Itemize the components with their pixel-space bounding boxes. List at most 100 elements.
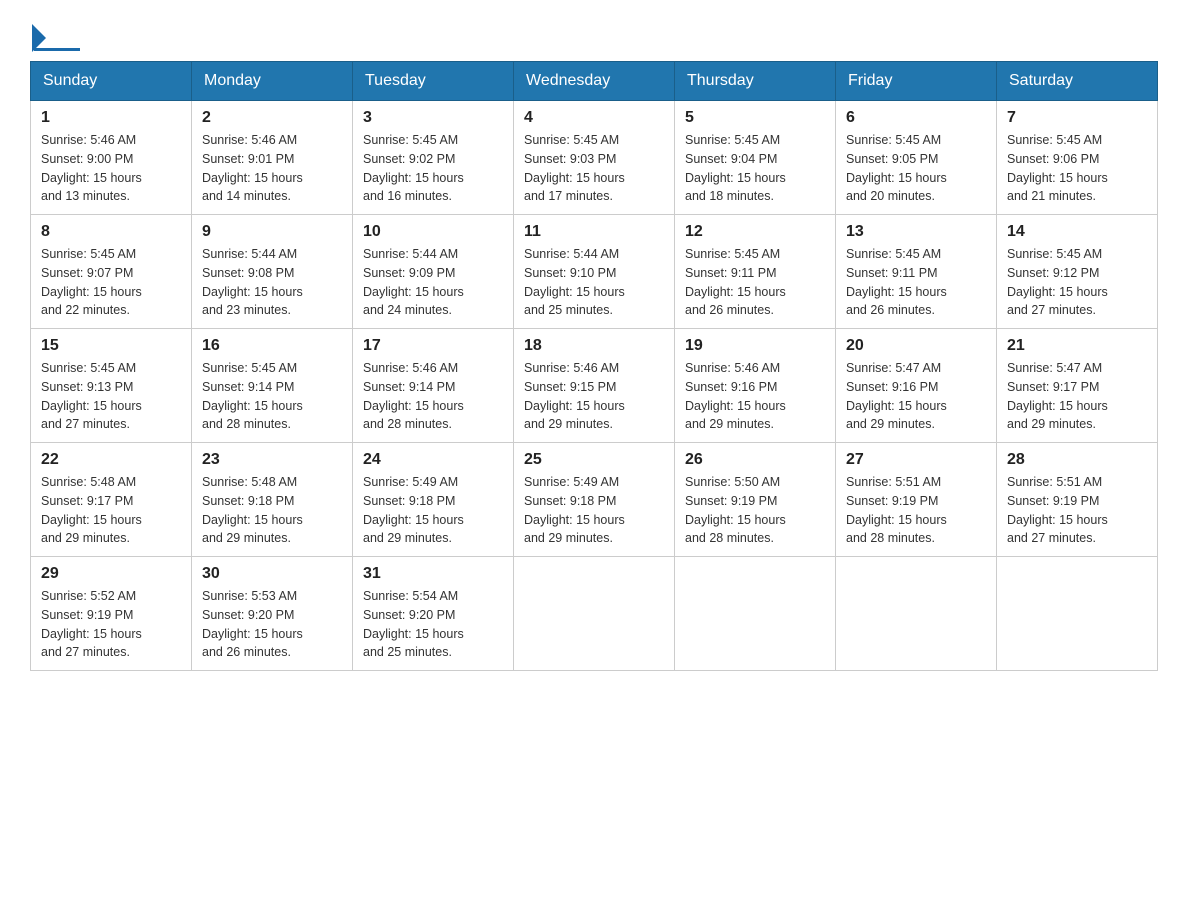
calendar-cell: 7 Sunrise: 5:45 AM Sunset: 9:06 PM Dayli… [997,101,1158,215]
day-number: 23 [202,451,342,469]
calendar-week-3: 15 Sunrise: 5:45 AM Sunset: 9:13 PM Dayl… [31,329,1158,443]
calendar-header: SundayMondayTuesdayWednesdayThursdayFrid… [31,62,1158,101]
day-number: 16 [202,337,342,355]
day-info: Sunrise: 5:45 AM Sunset: 9:11 PM Dayligh… [685,245,825,320]
calendar-cell: 12 Sunrise: 5:45 AM Sunset: 9:11 PM Dayl… [675,215,836,329]
day-number: 11 [524,223,664,241]
calendar-cell: 2 Sunrise: 5:46 AM Sunset: 9:01 PM Dayli… [192,101,353,215]
day-info: Sunrise: 5:45 AM Sunset: 9:12 PM Dayligh… [1007,245,1147,320]
day-info: Sunrise: 5:54 AM Sunset: 9:20 PM Dayligh… [363,587,503,662]
day-info: Sunrise: 5:53 AM Sunset: 9:20 PM Dayligh… [202,587,342,662]
logo [30,20,80,51]
calendar-cell: 1 Sunrise: 5:46 AM Sunset: 9:00 PM Dayli… [31,101,192,215]
day-info: Sunrise: 5:45 AM Sunset: 9:11 PM Dayligh… [846,245,986,320]
calendar-cell: 14 Sunrise: 5:45 AM Sunset: 9:12 PM Dayl… [997,215,1158,329]
day-number: 7 [1007,109,1147,127]
day-info: Sunrise: 5:45 AM Sunset: 9:14 PM Dayligh… [202,359,342,434]
day-number: 24 [363,451,503,469]
day-number: 28 [1007,451,1147,469]
day-info: Sunrise: 5:46 AM Sunset: 9:15 PM Dayligh… [524,359,664,434]
day-info: Sunrise: 5:46 AM Sunset: 9:14 PM Dayligh… [363,359,503,434]
calendar-cell: 5 Sunrise: 5:45 AM Sunset: 9:04 PM Dayli… [675,101,836,215]
day-info: Sunrise: 5:47 AM Sunset: 9:16 PM Dayligh… [846,359,986,434]
day-info: Sunrise: 5:51 AM Sunset: 9:19 PM Dayligh… [1007,473,1147,548]
day-info: Sunrise: 5:46 AM Sunset: 9:16 PM Dayligh… [685,359,825,434]
calendar-cell: 23 Sunrise: 5:48 AM Sunset: 9:18 PM Dayl… [192,443,353,557]
day-number: 17 [363,337,503,355]
logo-underline [34,48,80,51]
calendar-cell: 25 Sunrise: 5:49 AM Sunset: 9:18 PM Dayl… [514,443,675,557]
calendar-cell: 29 Sunrise: 5:52 AM Sunset: 9:19 PM Dayl… [31,557,192,671]
calendar-week-5: 29 Sunrise: 5:52 AM Sunset: 9:19 PM Dayl… [31,557,1158,671]
calendar-cell: 17 Sunrise: 5:46 AM Sunset: 9:14 PM Dayl… [353,329,514,443]
day-info: Sunrise: 5:44 AM Sunset: 9:09 PM Dayligh… [363,245,503,320]
day-info: Sunrise: 5:48 AM Sunset: 9:17 PM Dayligh… [41,473,181,548]
day-info: Sunrise: 5:51 AM Sunset: 9:19 PM Dayligh… [846,473,986,548]
calendar-body: 1 Sunrise: 5:46 AM Sunset: 9:00 PM Dayli… [31,101,1158,671]
calendar-cell: 19 Sunrise: 5:46 AM Sunset: 9:16 PM Dayl… [675,329,836,443]
calendar-cell: 22 Sunrise: 5:48 AM Sunset: 9:17 PM Dayl… [31,443,192,557]
calendar-week-1: 1 Sunrise: 5:46 AM Sunset: 9:00 PM Dayli… [31,101,1158,215]
day-header-monday: Monday [192,62,353,101]
day-info: Sunrise: 5:45 AM Sunset: 9:02 PM Dayligh… [363,131,503,206]
day-number: 9 [202,223,342,241]
day-header-row: SundayMondayTuesdayWednesdayThursdayFrid… [31,62,1158,101]
day-number: 20 [846,337,986,355]
calendar-cell: 20 Sunrise: 5:47 AM Sunset: 9:16 PM Dayl… [836,329,997,443]
calendar-cell: 30 Sunrise: 5:53 AM Sunset: 9:20 PM Dayl… [192,557,353,671]
day-info: Sunrise: 5:45 AM Sunset: 9:06 PM Dayligh… [1007,131,1147,206]
day-info: Sunrise: 5:52 AM Sunset: 9:19 PM Dayligh… [41,587,181,662]
day-number: 8 [41,223,181,241]
calendar-cell: 11 Sunrise: 5:44 AM Sunset: 9:10 PM Dayl… [514,215,675,329]
day-info: Sunrise: 5:44 AM Sunset: 9:08 PM Dayligh… [202,245,342,320]
day-info: Sunrise: 5:45 AM Sunset: 9:07 PM Dayligh… [41,245,181,320]
day-info: Sunrise: 5:47 AM Sunset: 9:17 PM Dayligh… [1007,359,1147,434]
day-info: Sunrise: 5:50 AM Sunset: 9:19 PM Dayligh… [685,473,825,548]
calendar-cell: 8 Sunrise: 5:45 AM Sunset: 9:07 PM Dayli… [31,215,192,329]
day-header-tuesday: Tuesday [353,62,514,101]
day-header-saturday: Saturday [997,62,1158,101]
calendar-cell: 18 Sunrise: 5:46 AM Sunset: 9:15 PM Dayl… [514,329,675,443]
calendar-cell: 3 Sunrise: 5:45 AM Sunset: 9:02 PM Dayli… [353,101,514,215]
day-header-sunday: Sunday [31,62,192,101]
day-number: 14 [1007,223,1147,241]
day-info: Sunrise: 5:49 AM Sunset: 9:18 PM Dayligh… [524,473,664,548]
day-number: 2 [202,109,342,127]
day-number: 30 [202,565,342,583]
day-number: 10 [363,223,503,241]
calendar-cell: 28 Sunrise: 5:51 AM Sunset: 9:19 PM Dayl… [997,443,1158,557]
day-number: 18 [524,337,664,355]
calendar-cell [675,557,836,671]
calendar-cell: 15 Sunrise: 5:45 AM Sunset: 9:13 PM Dayl… [31,329,192,443]
day-info: Sunrise: 5:45 AM Sunset: 9:04 PM Dayligh… [685,131,825,206]
day-info: Sunrise: 5:45 AM Sunset: 9:13 PM Dayligh… [41,359,181,434]
day-number: 6 [846,109,986,127]
calendar-cell: 4 Sunrise: 5:45 AM Sunset: 9:03 PM Dayli… [514,101,675,215]
calendar-table: SundayMondayTuesdayWednesdayThursdayFrid… [30,61,1158,671]
calendar-cell: 24 Sunrise: 5:49 AM Sunset: 9:18 PM Dayl… [353,443,514,557]
day-number: 4 [524,109,664,127]
calendar-week-2: 8 Sunrise: 5:45 AM Sunset: 9:07 PM Dayli… [31,215,1158,329]
day-header-thursday: Thursday [675,62,836,101]
day-number: 25 [524,451,664,469]
day-header-friday: Friday [836,62,997,101]
day-number: 21 [1007,337,1147,355]
day-number: 22 [41,451,181,469]
day-number: 1 [41,109,181,127]
calendar-cell: 16 Sunrise: 5:45 AM Sunset: 9:14 PM Dayl… [192,329,353,443]
day-header-wednesday: Wednesday [514,62,675,101]
day-info: Sunrise: 5:45 AM Sunset: 9:03 PM Dayligh… [524,131,664,206]
page-header [30,20,1158,51]
day-info: Sunrise: 5:46 AM Sunset: 9:01 PM Dayligh… [202,131,342,206]
day-info: Sunrise: 5:49 AM Sunset: 9:18 PM Dayligh… [363,473,503,548]
calendar-cell: 26 Sunrise: 5:50 AM Sunset: 9:19 PM Dayl… [675,443,836,557]
day-number: 12 [685,223,825,241]
day-info: Sunrise: 5:44 AM Sunset: 9:10 PM Dayligh… [524,245,664,320]
calendar-cell: 13 Sunrise: 5:45 AM Sunset: 9:11 PM Dayl… [836,215,997,329]
day-number: 5 [685,109,825,127]
day-number: 19 [685,337,825,355]
day-number: 29 [41,565,181,583]
calendar-cell: 10 Sunrise: 5:44 AM Sunset: 9:09 PM Dayl… [353,215,514,329]
day-info: Sunrise: 5:48 AM Sunset: 9:18 PM Dayligh… [202,473,342,548]
day-number: 27 [846,451,986,469]
